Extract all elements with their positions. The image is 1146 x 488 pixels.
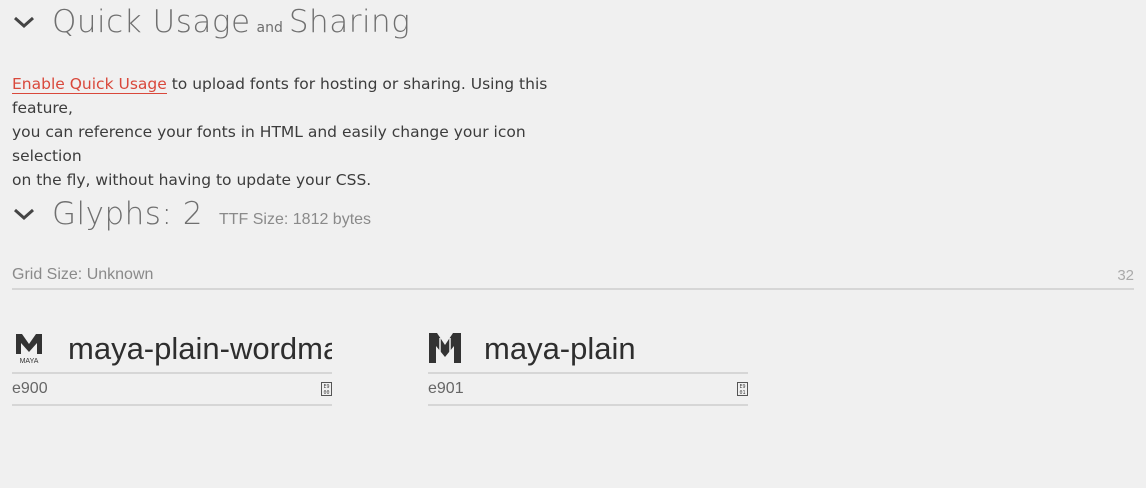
maya-icon[interactable]	[428, 332, 462, 366]
quick-usage-title: Quick Usage	[52, 4, 251, 40]
maya-wordmark-icon[interactable]: MAYA	[12, 332, 46, 366]
hex-code-icon[interactable]: E9 01	[737, 382, 748, 396]
glyph-code-input[interactable]	[428, 380, 678, 398]
glyph-code-row: E900	[12, 374, 332, 406]
ttf-size-label: TTF Size: 1812 bytes	[218, 211, 372, 228]
description-line-3: on the fly, without having to update you…	[12, 171, 372, 189]
grid-size-value[interactable]: 32	[1117, 267, 1134, 284]
grid-size-label: Grid Size: Unknown	[12, 266, 154, 283]
chevron-down-icon[interactable]	[12, 202, 36, 226]
enable-quick-usage-link[interactable]: Enable Quick Usage	[12, 75, 167, 94]
glyph-card[interactable]: maya-plain E901	[428, 326, 748, 406]
glyph-header: maya-plain	[428, 326, 748, 374]
wordmark-text: MAYA	[20, 358, 39, 365]
glyph-code-row: E901	[428, 374, 748, 406]
grid-size-row: Grid Size: Unknown 32	[12, 262, 1134, 290]
glyph-name[interactable]: maya-plain	[484, 331, 748, 367]
hex-code-icon[interactable]: E9 00	[321, 382, 332, 396]
glyph-name[interactable]: maya-plain-wordmark	[68, 331, 332, 367]
glyphs-header[interactable]: Glyphs: 2 TTF Size: 1812 bytes	[12, 196, 371, 232]
chevron-down-icon[interactable]	[12, 10, 36, 34]
quick-usage-title-and: and	[256, 20, 283, 36]
glyphs-title: Glyphs: 2	[52, 196, 203, 232]
quick-usage-header[interactable]: Quick Usage and Sharing	[12, 4, 410, 40]
page: Quick Usage and Sharing Enable Quick Usa…	[0, 0, 1146, 488]
quick-usage-description: Enable Quick Usage to upload fonts for h…	[12, 72, 592, 192]
description-line-2: you can reference your fonts in HTML and…	[12, 123, 526, 165]
quick-usage-title-sharing: Sharing	[288, 4, 411, 40]
glyph-code-input[interactable]	[12, 380, 262, 398]
glyph-card[interactable]: MAYA maya-plain-wordmark E900	[12, 326, 332, 406]
glyph-header: MAYA maya-plain-wordmark	[12, 326, 332, 374]
